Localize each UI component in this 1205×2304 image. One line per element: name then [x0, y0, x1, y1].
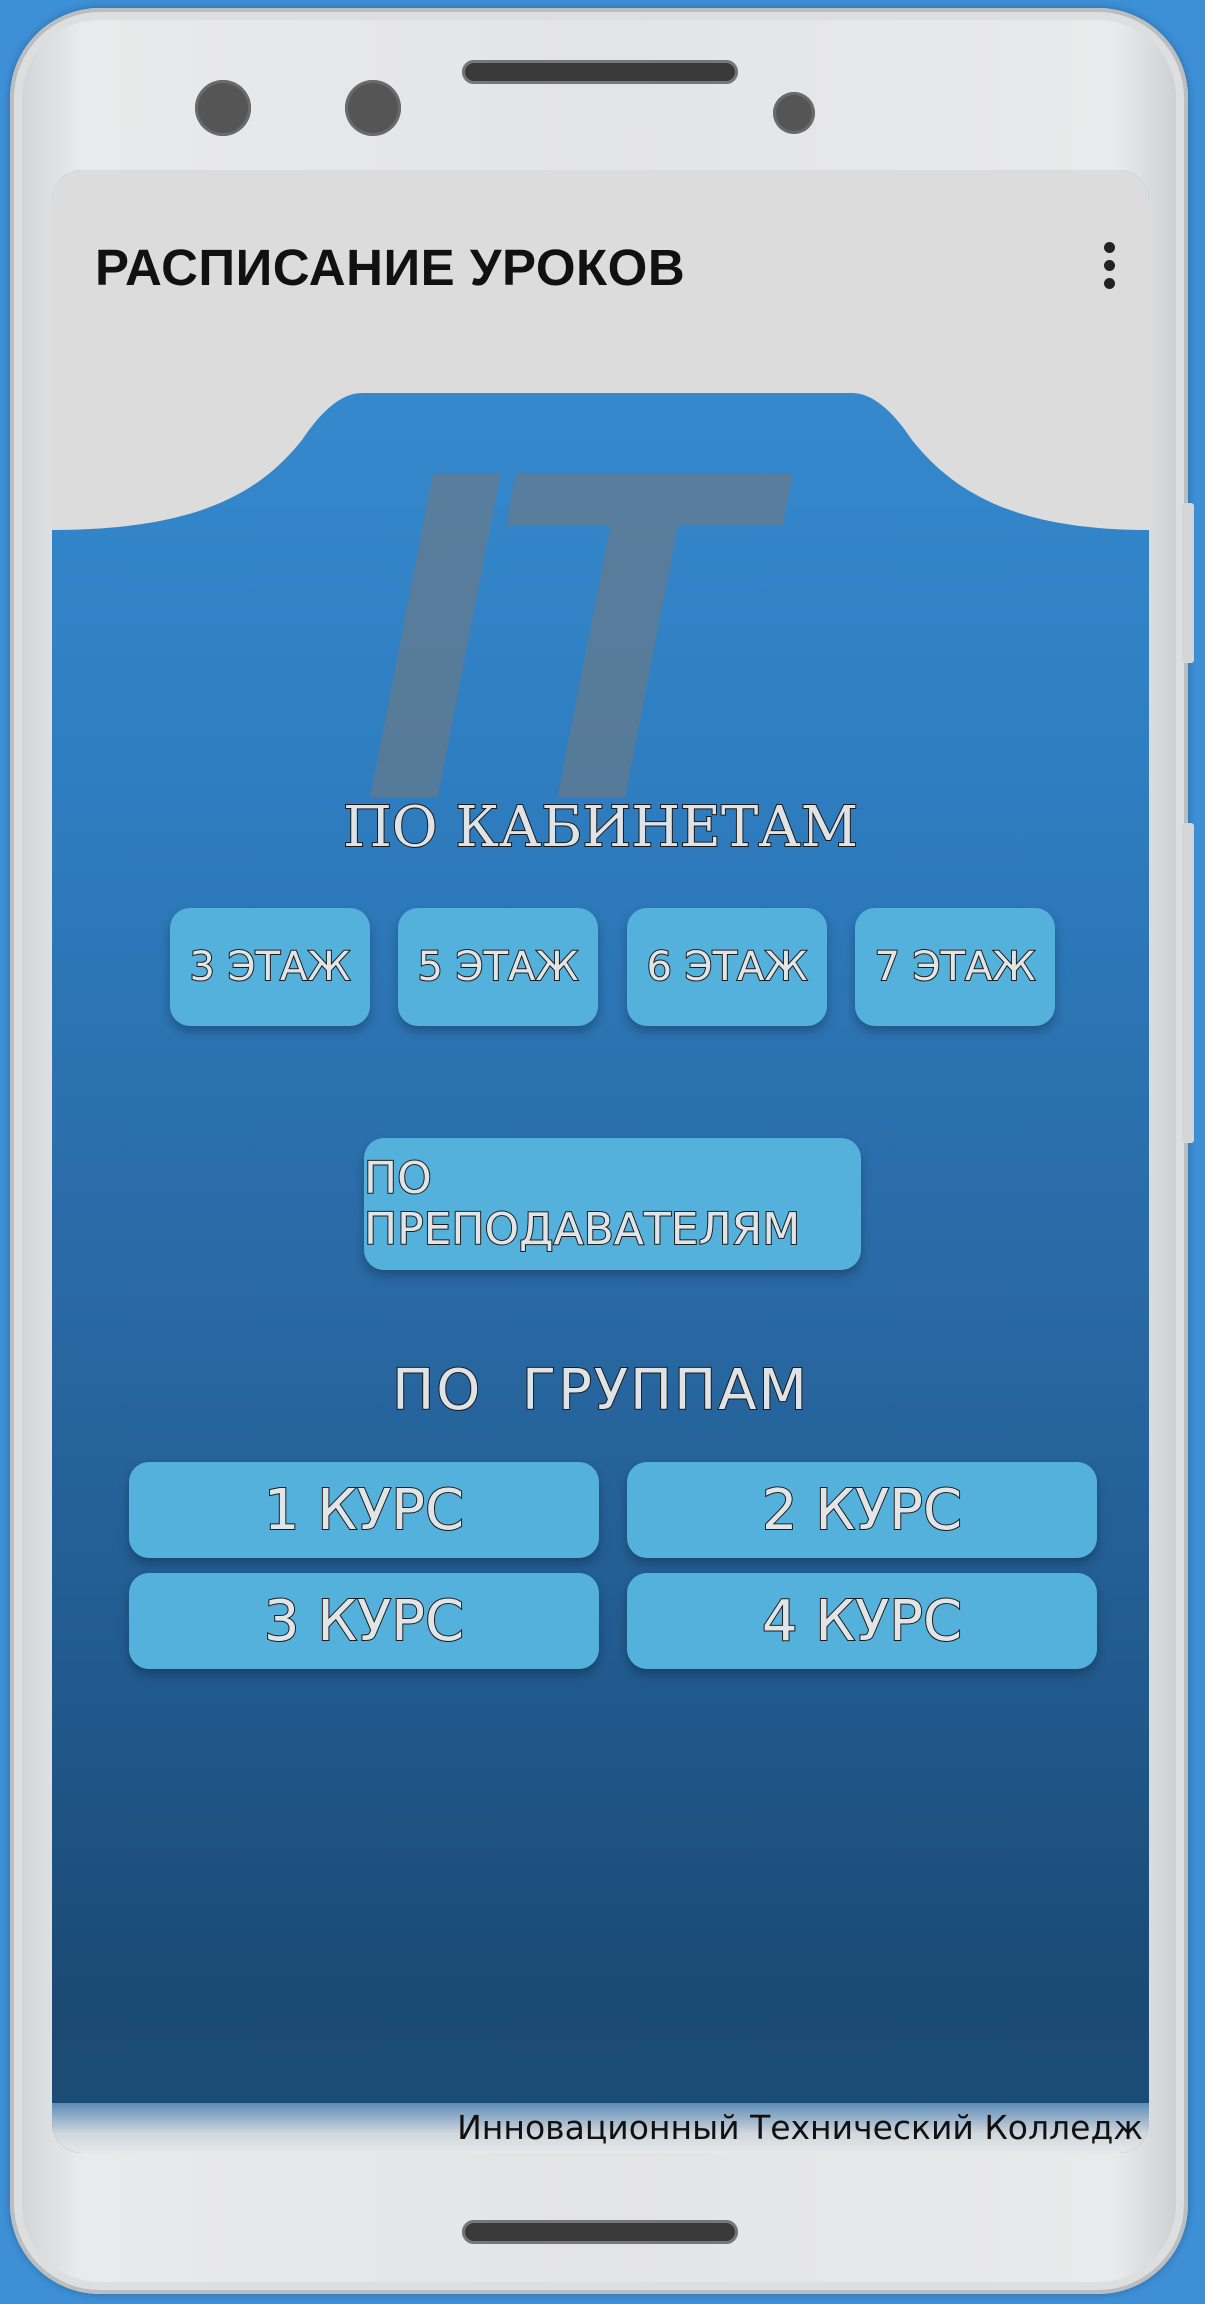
course-4-button[interactable]: 4 КУРС: [627, 1573, 1097, 1669]
section-title-groups: ПО ГРУППАМ: [391, 1357, 809, 1424]
teachers-button[interactable]: ПО ПРЕПОДАВАТЕЛЯМ: [363, 1138, 861, 1270]
floor-7-button[interactable]: 7 ЭТАЖ: [855, 908, 1055, 1026]
front-camera: [195, 80, 251, 136]
floor-6-button[interactable]: 6 ЭТАЖ: [627, 908, 827, 1026]
phone-frame: РАСПИСАНИЕ УРОКОВ IT ПО КАБИНЕТАМ 3 ЭТАЖ…: [10, 8, 1194, 2294]
app-bar: РАСПИСАНИЕ УРОКОВ: [52, 170, 1149, 390]
course-1-button[interactable]: 1 КУРС: [129, 1462, 599, 1558]
app-title: РАСПИСАНИЕ УРОКОВ: [95, 239, 686, 296]
course-2-button[interactable]: 2 КУРС: [627, 1462, 1097, 1558]
floor-5-button[interactable]: 5 ЭТАЖ: [398, 908, 598, 1026]
footer-college-name: Инновационный Технический Колледж: [457, 2108, 1143, 2147]
earpiece-speaker: [462, 60, 738, 84]
proximity-sensor: [773, 92, 815, 134]
section-title-cabinets: ПО КАБИНЕТАМ: [342, 794, 859, 861]
bottom-speaker: [462, 2220, 738, 2244]
power-button: [1182, 823, 1194, 1143]
app-screen: РАСПИСАНИЕ УРОКОВ IT ПО КАБИНЕТАМ 3 ЭТАЖ…: [52, 170, 1149, 2153]
floor-3-button[interactable]: 3 ЭТАЖ: [170, 908, 370, 1026]
front-sensor: [345, 80, 401, 136]
volume-button: [1182, 503, 1194, 663]
course-3-button[interactable]: 3 КУРС: [129, 1573, 599, 1669]
more-options-icon[interactable]: [1099, 242, 1119, 296]
